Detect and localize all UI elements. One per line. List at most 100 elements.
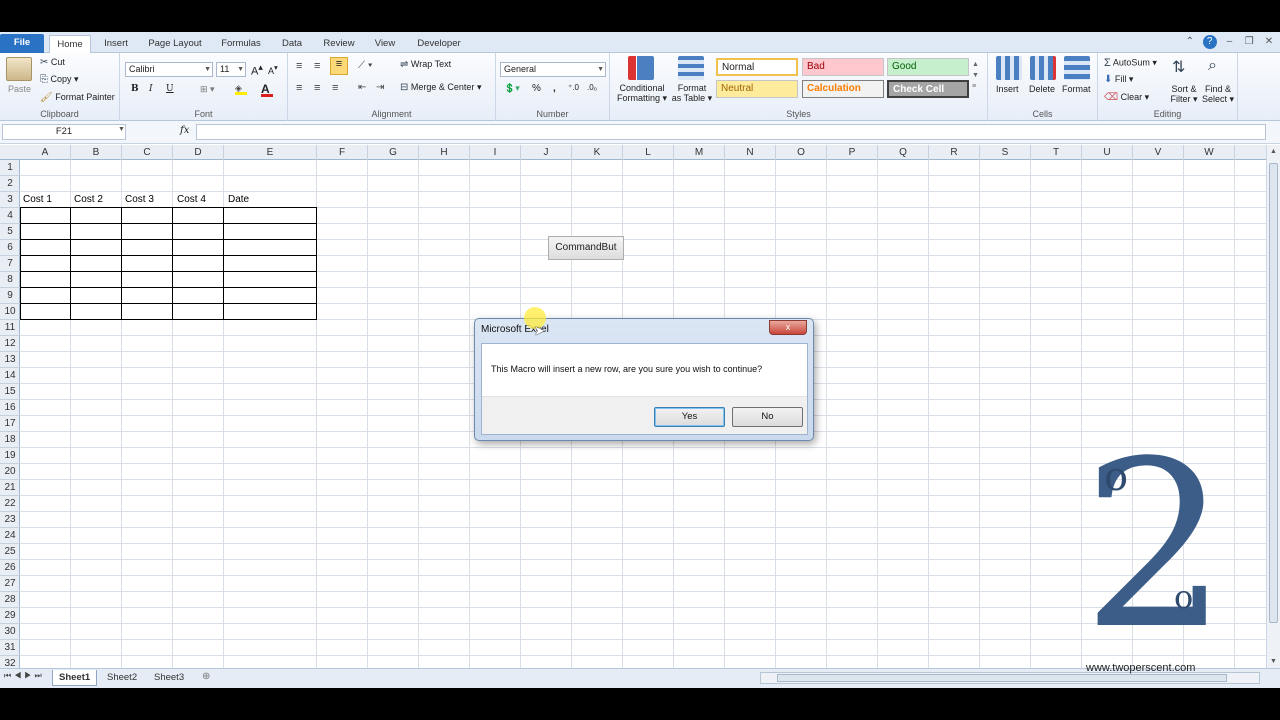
increase-decimal-icon[interactable]: ⁺.0: [568, 83, 579, 92]
sort-filter-icon[interactable]: ⇅: [1172, 57, 1185, 77]
fill-color-icon[interactable]: ◈: [235, 83, 247, 95]
format-as-table-icon[interactable]: [678, 56, 704, 80]
column-header-o[interactable]: O: [776, 145, 827, 160]
sort-filter-button[interactable]: Sort & Filter ▾: [1170, 84, 1198, 105]
row-header-6[interactable]: 6: [0, 240, 20, 256]
tab-page-layout[interactable]: Page Layout: [143, 35, 207, 53]
tab-data[interactable]: Data: [276, 35, 308, 53]
cut-button[interactable]: ✂ Cut: [40, 57, 65, 68]
row-header-16[interactable]: 16: [0, 400, 20, 416]
find-select-button[interactable]: Find & Select ▾: [1202, 84, 1234, 105]
wrap-text-button[interactable]: ⇌ Wrap Text: [400, 59, 451, 70]
row-header-7[interactable]: 7: [0, 256, 20, 272]
column-header-v[interactable]: V: [1133, 145, 1184, 160]
name-box[interactable]: F21: [2, 124, 126, 140]
shrink-font-button[interactable]: A▾: [268, 63, 278, 76]
font-size-combo[interactable]: 11 ▼: [216, 62, 246, 77]
tab-home[interactable]: Home: [49, 35, 91, 54]
column-header-w[interactable]: W: [1184, 145, 1235, 160]
row-header-24[interactable]: 24: [0, 528, 20, 544]
row-header-1[interactable]: 1: [0, 160, 20, 176]
close-icon[interactable]: ✕: [1262, 35, 1276, 49]
row-header-17[interactable]: 17: [0, 416, 20, 432]
bold-button[interactable]: B: [131, 84, 139, 94]
column-header-g[interactable]: G: [368, 145, 419, 160]
orientation-icon[interactable]: ⟋ ▾: [358, 60, 373, 71]
style-good[interactable]: Good: [887, 58, 969, 76]
column-header-u[interactable]: U: [1082, 145, 1133, 160]
format-painter-button[interactable]: 🖌 Format Painter: [40, 92, 115, 103]
underline-button[interactable]: U: [166, 84, 174, 94]
row-header-31[interactable]: 31: [0, 640, 20, 656]
minimize-ribbon-icon[interactable]: ⌃: [1183, 35, 1197, 49]
yes-button[interactable]: Yes: [654, 407, 725, 427]
merge-center-button[interactable]: ⊟ Merge & Center ▾: [400, 82, 481, 93]
chevron-down-icon[interactable]: ▼: [118, 126, 125, 133]
cell-d3[interactable]: Cost 4: [175, 192, 206, 208]
row-header-15[interactable]: 15: [0, 384, 20, 400]
column-header-p[interactable]: P: [827, 145, 878, 160]
row-header-25[interactable]: 25: [0, 544, 20, 560]
row-header-28[interactable]: 28: [0, 592, 20, 608]
paste-icon[interactable]: [6, 57, 32, 81]
column-header-n[interactable]: N: [725, 145, 776, 160]
column-header-a[interactable]: A: [20, 145, 71, 160]
bottom-align-icon[interactable]: ≡: [330, 57, 348, 75]
grow-font-button[interactable]: A▴: [251, 62, 263, 78]
tab-review[interactable]: Review: [318, 35, 360, 53]
row-header-12[interactable]: 12: [0, 336, 20, 352]
column-header-t[interactable]: T: [1031, 145, 1082, 160]
row-header-11[interactable]: 11: [0, 320, 20, 336]
cell-e3[interactable]: Date: [226, 192, 249, 208]
tab-view[interactable]: View: [368, 35, 402, 53]
sheet-nav-icons[interactable]: ⏮◀▶⏭: [4, 671, 45, 681]
minimize-icon[interactable]: –: [1222, 35, 1236, 49]
top-align-icon[interactable]: ≡: [296, 60, 302, 72]
style-calculation[interactable]: Calculation: [802, 80, 884, 98]
binoculars-icon[interactable]: ⌕: [1208, 57, 1217, 75]
percent-button[interactable]: %: [532, 83, 541, 94]
tab-formulas[interactable]: Formulas: [216, 35, 266, 53]
style-normal[interactable]: Normal: [716, 58, 798, 76]
currency-icon[interactable]: 💲▾: [504, 83, 520, 94]
column-header-d[interactable]: D: [173, 145, 224, 160]
column-header-c[interactable]: C: [122, 145, 173, 160]
scroll-down-icon[interactable]: ▼: [1270, 658, 1277, 665]
tab-developer[interactable]: Developer: [411, 35, 467, 53]
row-header-8[interactable]: 8: [0, 272, 20, 288]
new-sheet-icon[interactable]: ⊕: [202, 671, 210, 682]
row-header-32[interactable]: 32: [0, 656, 20, 668]
column-header-q[interactable]: Q: [878, 145, 929, 160]
align-right-icon[interactable]: ≡: [332, 82, 338, 94]
column-header-b[interactable]: B: [71, 145, 122, 160]
format-as-table-button[interactable]: Format as Table ▾: [670, 83, 714, 104]
sheet-tab-2[interactable]: Sheet2: [101, 670, 143, 686]
row-header-18[interactable]: 18: [0, 432, 20, 448]
borders-icon[interactable]: ⊞ ▾: [200, 84, 215, 95]
tab-insert[interactable]: Insert: [97, 35, 135, 53]
clear-button[interactable]: ⌫ Clear ▾: [1104, 92, 1149, 103]
restore-icon[interactable]: ❐: [1242, 35, 1256, 49]
format-cells-button[interactable]: Format: [1062, 84, 1091, 94]
delete-cells-icon[interactable]: [1030, 56, 1056, 80]
decrease-decimal-icon[interactable]: .0₀: [587, 83, 597, 92]
format-cells-icon[interactable]: [1064, 56, 1090, 80]
insert-cells-icon[interactable]: [996, 56, 1022, 80]
row-header-2[interactable]: 2: [0, 176, 20, 192]
conditional-formatting-button[interactable]: Conditional Formatting ▾: [617, 83, 667, 104]
row-header-13[interactable]: 13: [0, 352, 20, 368]
conditional-formatting-icon[interactable]: [628, 56, 654, 80]
row-header-19[interactable]: 19: [0, 448, 20, 464]
help-icon[interactable]: ?: [1202, 35, 1217, 49]
cell-b3[interactable]: Cost 2: [72, 192, 103, 208]
column-header-k[interactable]: K: [572, 145, 623, 160]
paste-button[interactable]: Paste: [8, 84, 31, 94]
align-center-icon[interactable]: ≡: [314, 82, 320, 94]
scroll-up-icon[interactable]: ▲: [1270, 148, 1277, 155]
autosum-button[interactable]: Σ AutoSum ▾: [1104, 57, 1157, 69]
insert-function-button[interactable]: fx: [180, 125, 189, 136]
vertical-scrollbar[interactable]: ▲ ▼: [1266, 145, 1280, 668]
scrollbar-thumb[interactable]: [1269, 163, 1278, 623]
cell-c3[interactable]: Cost 3: [123, 192, 154, 208]
sheet-tab-3[interactable]: Sheet3: [148, 670, 190, 686]
